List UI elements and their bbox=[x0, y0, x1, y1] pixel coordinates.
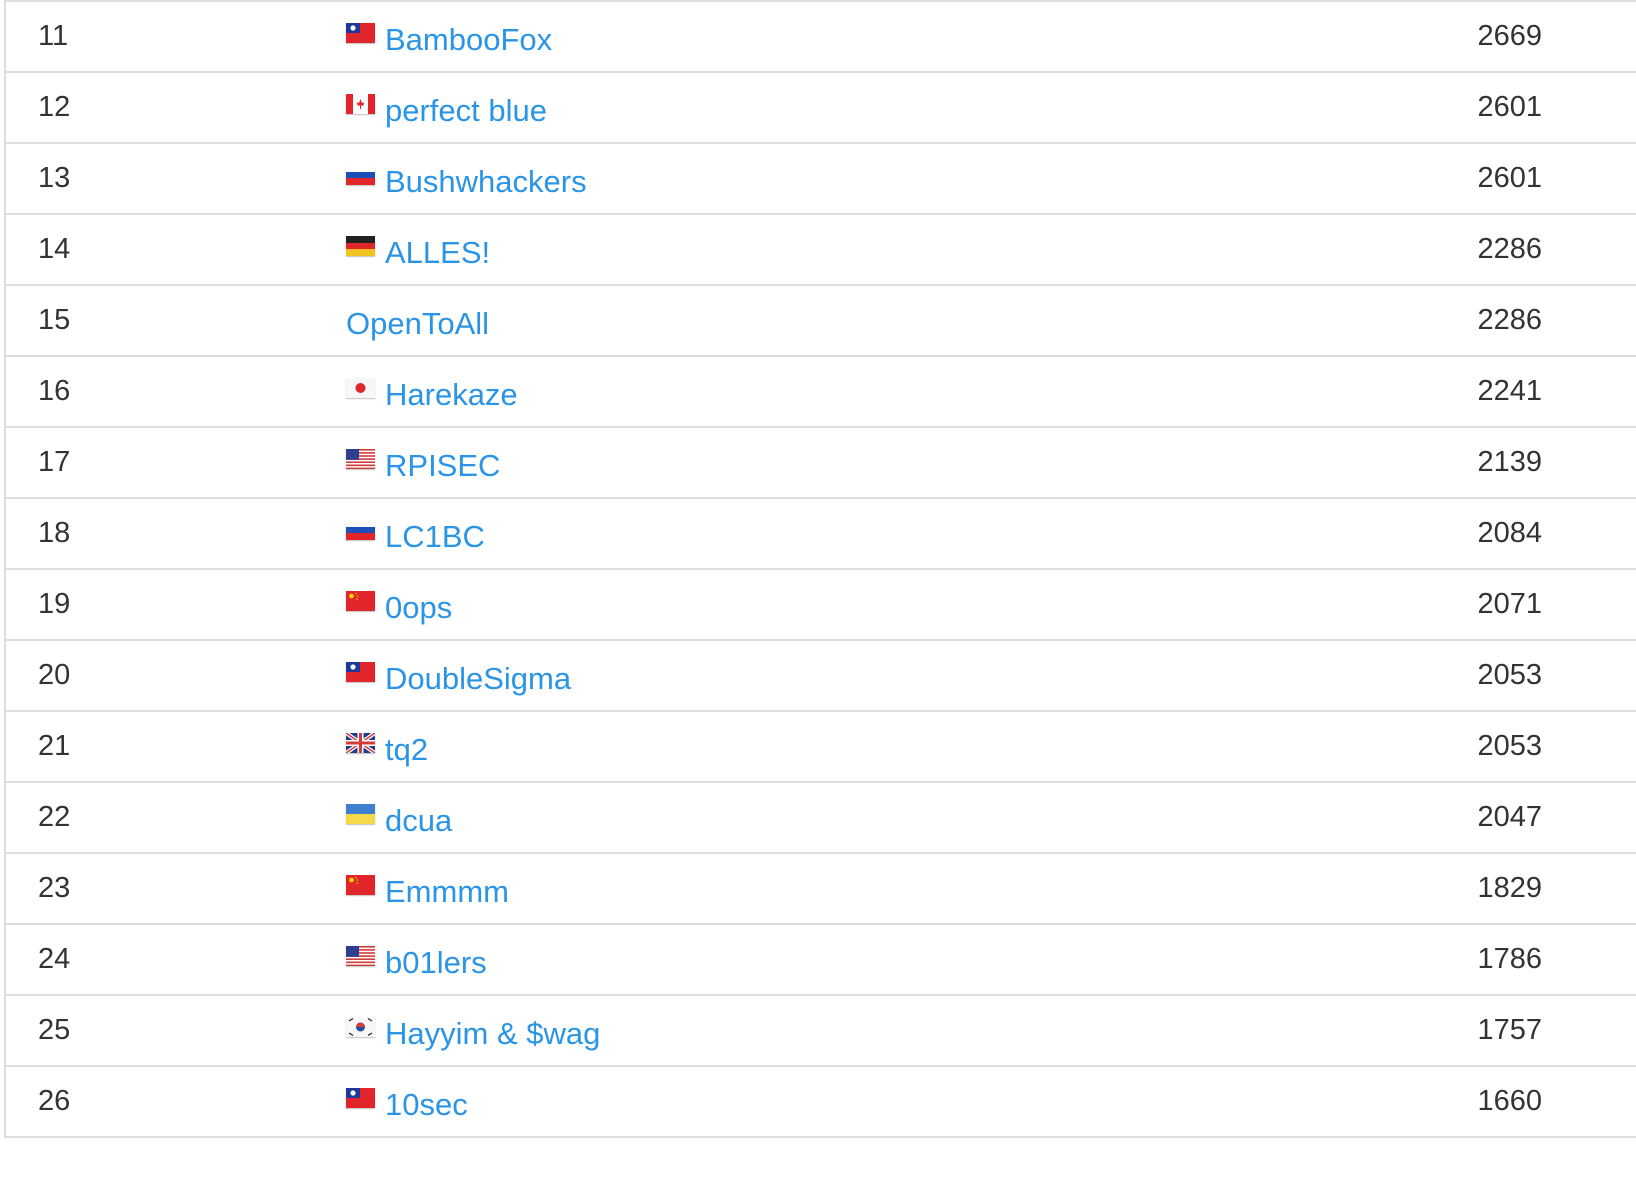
score-cell: 2053 bbox=[1477, 659, 1542, 691]
table-row: 14 ALLES! 2286 bbox=[6, 215, 1636, 286]
team-link[interactable]: Hayyim & $wag bbox=[385, 1010, 600, 1052]
rank-cell: 20 bbox=[38, 659, 71, 691]
ru-flag-icon bbox=[346, 164, 375, 185]
rank-cell: 13 bbox=[38, 162, 71, 194]
score-cell: 2071 bbox=[1477, 588, 1542, 620]
scoreboard-table: 11 BambooFox 2669 12 perfect blue 2601 13 Bushw… bbox=[4, 0, 1636, 1138]
rank-cell: 17 bbox=[38, 446, 71, 478]
table-row: 21 tq2 2053 bbox=[6, 712, 1636, 783]
table-row: 16 Harekaze 2241 bbox=[6, 357, 1636, 428]
score-cell: 2286 bbox=[1477, 304, 1542, 336]
rank-cell: 24 bbox=[38, 943, 71, 975]
rank-cell: 16 bbox=[38, 375, 71, 407]
score-cell: 1757 bbox=[1477, 1014, 1542, 1046]
team-link[interactable]: Emmmm bbox=[385, 868, 509, 910]
score-cell: 2139 bbox=[1477, 446, 1542, 478]
score-cell: 2241 bbox=[1477, 375, 1542, 407]
score-cell: 2601 bbox=[1477, 91, 1542, 123]
tw-flag-icon bbox=[346, 22, 375, 43]
table-row: 18 LC1BC 2084 bbox=[6, 499, 1636, 570]
team-cell: Hayyim & $wag bbox=[346, 996, 600, 1065]
us-flag-icon bbox=[346, 448, 375, 469]
table-row: 19 0ops 2071 bbox=[6, 570, 1636, 641]
team-link[interactable]: Bushwhackers bbox=[385, 158, 587, 200]
score-cell: 2286 bbox=[1477, 233, 1542, 265]
team-cell: LC1BC bbox=[346, 499, 485, 568]
team-link[interactable]: OpenToAll bbox=[346, 300, 489, 342]
de-flag-icon bbox=[346, 235, 375, 256]
team-cell: BambooFox bbox=[346, 2, 552, 71]
gb-flag-icon bbox=[346, 732, 375, 753]
team-link[interactable]: dcua bbox=[385, 797, 452, 839]
rank-cell: 25 bbox=[38, 1014, 71, 1046]
us-flag-icon bbox=[346, 945, 375, 966]
team-cell: ALLES! bbox=[346, 215, 490, 284]
table-row: 17 RPISEC 2139 bbox=[6, 428, 1636, 499]
team-cell: tq2 bbox=[346, 712, 428, 781]
table-row: 23 Emmmm 1829 bbox=[6, 854, 1636, 925]
team-link[interactable]: b01lers bbox=[385, 939, 487, 981]
team-link[interactable]: LC1BC bbox=[385, 513, 485, 555]
team-cell: Emmmm bbox=[346, 854, 509, 923]
rank-cell: 12 bbox=[38, 91, 71, 123]
table-row: 15 OpenToAll 2286 bbox=[6, 286, 1636, 357]
table-row: 13 Bushwhackers 2601 bbox=[6, 144, 1636, 215]
rank-cell: 21 bbox=[38, 730, 71, 762]
team-link[interactable]: perfect blue bbox=[385, 87, 547, 129]
rank-cell: 14 bbox=[38, 233, 71, 265]
rank-cell: 11 bbox=[38, 20, 69, 52]
team-cell: RPISEC bbox=[346, 428, 500, 497]
rank-cell: 15 bbox=[38, 304, 71, 336]
jp-flag-icon bbox=[346, 377, 375, 398]
team-cell: perfect blue bbox=[346, 73, 547, 142]
score-cell: 2084 bbox=[1477, 517, 1542, 549]
score-cell: 2047 bbox=[1477, 801, 1542, 833]
rank-cell: 22 bbox=[38, 801, 71, 833]
score-cell: 1786 bbox=[1477, 943, 1542, 975]
ru-flag-icon bbox=[346, 519, 375, 540]
team-cell: 0ops bbox=[346, 570, 452, 639]
team-link[interactable]: DoubleSigma bbox=[385, 655, 571, 697]
ca-flag-icon bbox=[346, 93, 375, 114]
team-cell: Bushwhackers bbox=[346, 144, 587, 213]
team-cell: dcua bbox=[346, 783, 452, 852]
rank-cell: 18 bbox=[38, 517, 71, 549]
score-cell: 2669 bbox=[1477, 20, 1542, 52]
tw-flag-icon bbox=[346, 661, 375, 682]
table-row: 25 Hayyim & $wag 1757 bbox=[6, 996, 1636, 1067]
team-link[interactable]: BambooFox bbox=[385, 16, 552, 58]
table-row: 11 BambooFox 2669 bbox=[6, 2, 1636, 73]
team-cell: OpenToAll bbox=[346, 286, 489, 355]
team-cell: b01lers bbox=[346, 925, 487, 994]
cn-flag-icon bbox=[346, 590, 375, 611]
team-link[interactable]: Harekaze bbox=[385, 371, 518, 413]
team-link[interactable]: ALLES! bbox=[385, 229, 490, 271]
table-row: 22 dcua 2047 bbox=[6, 783, 1636, 854]
score-cell: 1660 bbox=[1477, 1085, 1542, 1117]
kr-flag-icon bbox=[346, 1016, 375, 1037]
team-cell: DoubleSigma bbox=[346, 641, 571, 710]
team-cell: Harekaze bbox=[346, 357, 518, 426]
team-link[interactable]: tq2 bbox=[385, 726, 428, 768]
team-link[interactable]: 0ops bbox=[385, 584, 452, 626]
table-row: 24 b01lers 1786 bbox=[6, 925, 1636, 996]
table-row: 26 10sec 1660 bbox=[6, 1067, 1636, 1138]
team-cell: 10sec bbox=[346, 1067, 468, 1136]
score-cell: 2601 bbox=[1477, 162, 1542, 194]
table-row: 20 DoubleSigma 2053 bbox=[6, 641, 1636, 712]
team-link[interactable]: 10sec bbox=[385, 1081, 468, 1123]
rank-cell: 23 bbox=[38, 872, 71, 904]
rank-cell: 26 bbox=[38, 1085, 71, 1117]
score-cell: 1829 bbox=[1477, 872, 1542, 904]
table-row: 12 perfect blue 2601 bbox=[6, 73, 1636, 144]
cn-flag-icon bbox=[346, 874, 375, 895]
tw-flag-icon bbox=[346, 1087, 375, 1108]
score-cell: 2053 bbox=[1477, 730, 1542, 762]
ua-flag-icon bbox=[346, 803, 375, 824]
team-link[interactable]: RPISEC bbox=[385, 442, 500, 484]
rank-cell: 19 bbox=[38, 588, 71, 620]
